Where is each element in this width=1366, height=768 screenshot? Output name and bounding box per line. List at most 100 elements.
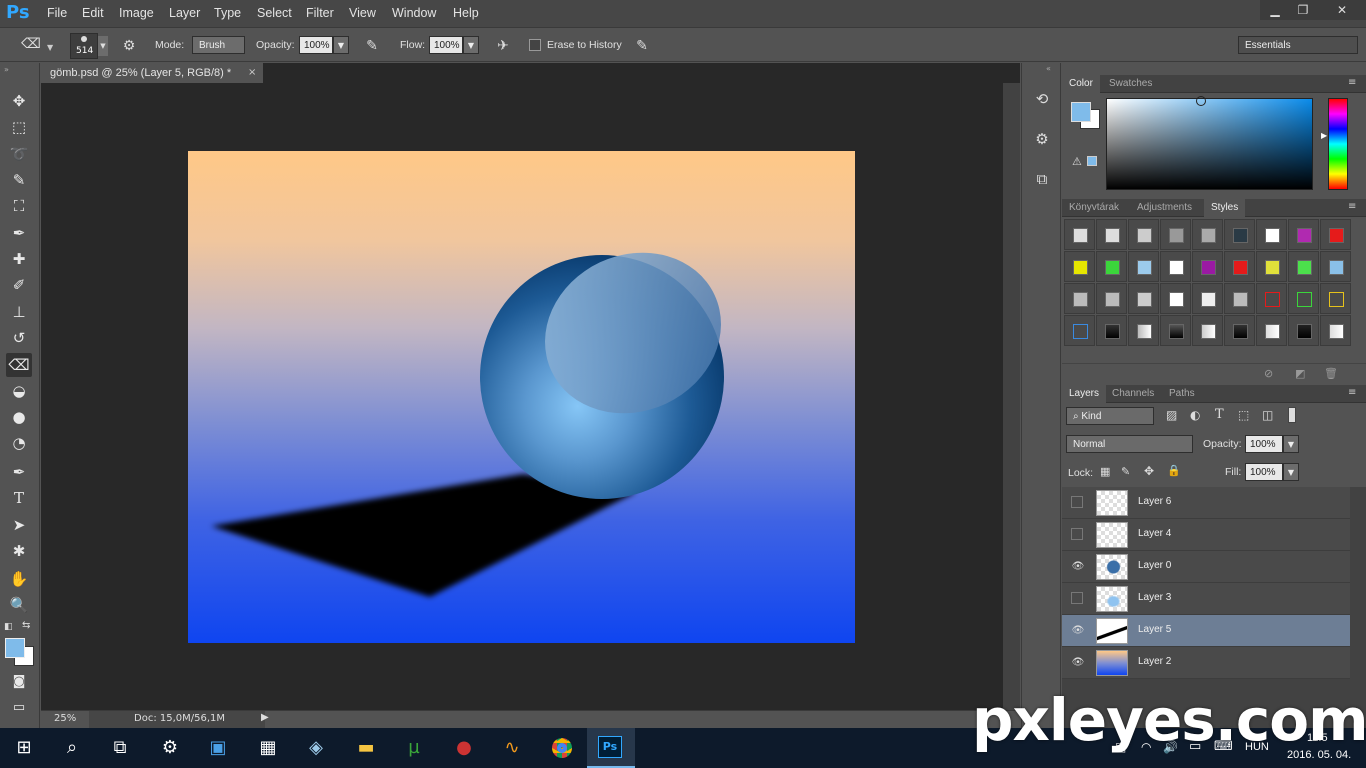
style-preset[interactable] (1064, 315, 1095, 346)
pressure-size-icon[interactable]: ✎ (631, 36, 653, 56)
new-style-icon[interactable]: ◩ (1295, 367, 1305, 380)
style-preset[interactable] (1160, 251, 1191, 282)
tab-paths[interactable]: Paths (1162, 385, 1202, 403)
menu-select[interactable]: Select (257, 6, 292, 20)
style-preset[interactable] (1320, 283, 1351, 314)
fill-arrow[interactable]: ▼ (1283, 463, 1299, 481)
filter-toggle-icon[interactable] (1288, 407, 1296, 423)
layer-row[interactable]: 👁 Layer 2 (1062, 647, 1350, 679)
file-explorer-icon[interactable]: ▬ (344, 732, 388, 764)
style-preset[interactable] (1288, 315, 1319, 346)
menu-file[interactable]: File (47, 6, 67, 20)
style-preset[interactable] (1192, 219, 1223, 250)
tab-styles[interactable]: Styles (1204, 199, 1246, 217)
style-preset[interactable] (1256, 219, 1287, 250)
lasso-tool-icon[interactable]: ➰ (6, 142, 32, 166)
brush-preset-picker[interactable]: 514 (70, 33, 98, 59)
tab-channels[interactable]: Channels (1105, 385, 1161, 403)
brush-panel-toggle-icon[interactable]: ⚙ (118, 36, 140, 56)
blur-tool-icon[interactable]: ● (6, 405, 32, 429)
quick-select-tool-icon[interactable]: ✎ (6, 168, 32, 192)
slipstream-app-icon[interactable]: ∿ (490, 732, 534, 764)
visibility-eye-icon[interactable]: 👁 (1071, 560, 1085, 574)
style-preset[interactable] (1224, 283, 1255, 314)
layer-opacity-input[interactable]: 100% (1245, 435, 1283, 453)
move-tool-icon[interactable]: ✥ (6, 89, 32, 113)
clone-stamp-tool-icon[interactable]: ⊥ (6, 300, 32, 324)
media-app-icon[interactable]: ● (442, 732, 486, 764)
crop-tool-icon[interactable]: ⛶ (6, 194, 32, 218)
out-of-gamut-icon[interactable]: ⚠ (1072, 155, 1082, 168)
close-window-icon[interactable]: ✕ (1318, 0, 1366, 20)
restore-icon[interactable]: ❐ (1288, 0, 1318, 20)
notes-app-icon[interactable]: ◈ (294, 732, 338, 764)
style-preset[interactable] (1224, 251, 1255, 282)
style-preset[interactable] (1256, 283, 1287, 314)
history-brush-tool-icon[interactable]: ↺ (6, 326, 32, 350)
calculator-icon[interactable]: ▦ (246, 732, 290, 764)
menu-filter[interactable]: Filter (306, 6, 334, 20)
style-preset[interactable] (1096, 283, 1127, 314)
erase-to-history-checkbox[interactable] (529, 39, 541, 51)
brush-tool-icon[interactable]: ✐ (6, 273, 32, 297)
mode-select[interactable]: Brush (192, 36, 245, 54)
style-preset[interactable] (1128, 219, 1159, 250)
style-preset[interactable] (1320, 219, 1351, 250)
style-preset[interactable] (1160, 219, 1191, 250)
dodge-tool-icon[interactable]: ◔ (6, 431, 32, 455)
hue-slider[interactable] (1328, 98, 1348, 190)
clear-style-icon[interactable]: ⊘ (1264, 367, 1273, 380)
layer-row[interactable]: Layer 4 (1062, 519, 1350, 551)
filter-type-icon[interactable]: T (1215, 407, 1224, 422)
color-picker-cursor[interactable] (1196, 96, 1206, 106)
style-preset[interactable] (1128, 283, 1159, 314)
marquee-tool-icon[interactable]: ⬚ (6, 115, 32, 139)
lock-position-icon[interactable]: ✥ (1144, 464, 1154, 478)
search-icon[interactable]: ⌕ (50, 732, 94, 764)
expand-panels-icon[interactable]: « (1046, 64, 1051, 73)
tab-adjustments[interactable]: Adjustments (1130, 199, 1199, 217)
gamut-color-swatch[interactable] (1087, 156, 1097, 166)
panel-menu-icon[interactable]: ≡ (1348, 201, 1356, 212)
filter-shape-icon[interactable]: ⬚ (1238, 408, 1249, 422)
chrome-icon[interactable] (540, 732, 584, 764)
windows-start-icon[interactable]: ⊞ (2, 732, 46, 764)
color-field[interactable] (1106, 98, 1313, 190)
history-panel-icon[interactable]: ⟲ (1030, 87, 1054, 111)
filter-adjustment-icon[interactable]: ◐ (1190, 408, 1200, 422)
style-preset[interactable] (1192, 251, 1223, 282)
layer-row[interactable]: Layer 3 (1062, 583, 1350, 615)
eyedropper-tool-icon[interactable]: ✒ (6, 221, 32, 245)
style-preset[interactable] (1096, 315, 1127, 346)
custom-shape-tool-icon[interactable]: ✱ (6, 539, 32, 563)
panel-menu-icon[interactable]: ≡ (1348, 387, 1356, 398)
visibility-eye-icon[interactable]: 👁 (1071, 656, 1085, 670)
style-preset[interactable] (1288, 219, 1319, 250)
tool-preset-arrow-icon[interactable]: ▼ (47, 43, 53, 52)
style-preset[interactable] (1256, 251, 1287, 282)
close-tab-icon[interactable]: × (248, 63, 262, 83)
blend-mode-select[interactable]: Normal (1066, 435, 1193, 453)
control-panel-icon[interactable]: ▣ (196, 732, 240, 764)
menu-window[interactable]: Window (392, 6, 436, 20)
style-preset[interactable] (1128, 251, 1159, 282)
airbrush-icon[interactable]: ✈ (492, 36, 514, 56)
color-fg-swatch[interactable] (1071, 102, 1091, 122)
opacity-input[interactable]: 100% (299, 36, 333, 54)
style-preset[interactable] (1224, 219, 1255, 250)
eraser-tool-icon[interactable]: ⌫ (20, 34, 42, 54)
type-tool-icon[interactable]: T (6, 486, 32, 510)
lock-all-icon[interactable]: 🔒 (1167, 464, 1181, 477)
hue-slider-handle-icon[interactable]: ▶ (1321, 131, 1327, 140)
style-preset[interactable] (1224, 315, 1255, 346)
task-view-icon[interactable]: ⧉ (98, 732, 142, 764)
visibility-off-toggle[interactable] (1071, 528, 1083, 540)
menu-layer[interactable]: Layer (169, 6, 200, 20)
style-preset[interactable] (1160, 283, 1191, 314)
style-preset[interactable] (1192, 283, 1223, 314)
paint-bucket-tool-icon[interactable]: ◒ (6, 379, 32, 403)
layer-row[interactable]: Layer 6 (1062, 487, 1350, 519)
layer-comps-panel-icon[interactable]: ⧉ (1030, 167, 1054, 191)
hand-tool-icon[interactable]: ✋ (6, 567, 32, 591)
layer-opacity-arrow[interactable]: ▼ (1283, 435, 1299, 453)
